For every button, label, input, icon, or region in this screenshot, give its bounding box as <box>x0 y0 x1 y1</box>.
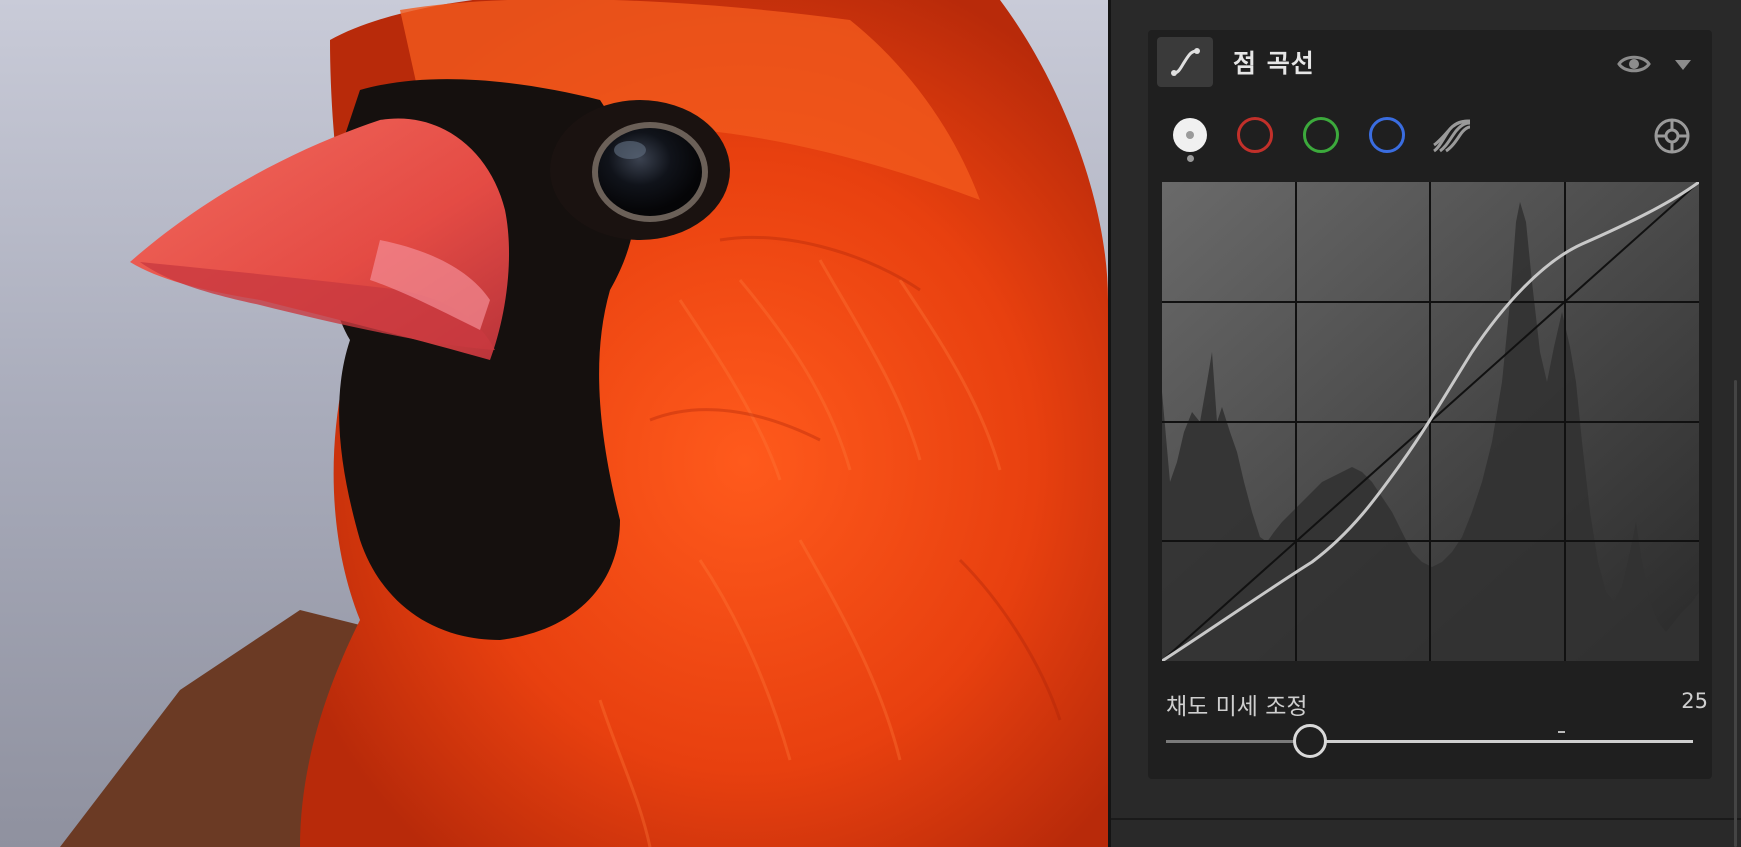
selected-indicator <box>1187 155 1194 162</box>
section-divider <box>1111 818 1741 820</box>
parametric-curve-icon[interactable] <box>1430 117 1474 159</box>
saturation-value[interactable]: 25 <box>1668 689 1708 713</box>
luminance-channel-button[interactable] <box>1171 117 1209 153</box>
panel-scrollbar[interactable] <box>1734 380 1737 847</box>
eye-icon[interactable] <box>1617 52 1651 80</box>
slider-default-tick <box>1558 731 1565 733</box>
saturation-label: 채도 미세 조정 <box>1166 694 1308 720</box>
curve-icon[interactable] <box>1157 37 1213 87</box>
target-icon[interactable] <box>1653 117 1691 159</box>
caret-down-icon[interactable] <box>1674 56 1692 75</box>
blue-channel-button[interactable] <box>1369 117 1405 153</box>
cardinal-photo <box>0 0 1108 847</box>
saturation-slider-thumb[interactable] <box>1293 724 1327 758</box>
saturation-slider-fill <box>1166 740 1311 743</box>
red-channel-button[interactable] <box>1237 117 1273 153</box>
tone-curve-graph[interactable] <box>1162 182 1699 661</box>
photo-preview[interactable] <box>0 0 1108 847</box>
green-channel-button[interactable] <box>1303 117 1339 153</box>
section-title: 점 곡선 <box>1233 49 1315 78</box>
